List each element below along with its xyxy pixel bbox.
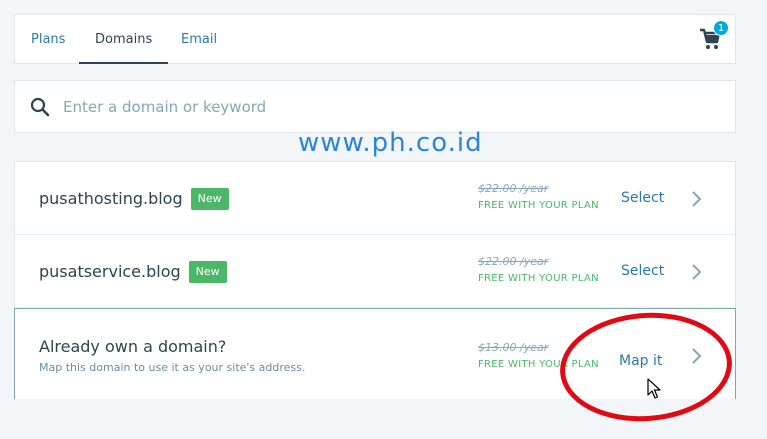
domain-search-input[interactable]: [63, 91, 703, 123]
domain-name-text: pusathosting.blog: [39, 189, 183, 208]
watermark-text: www.ph.co.id: [298, 128, 483, 158]
tab-plans[interactable]: Plans: [15, 15, 81, 64]
tab-email[interactable]: Email: [165, 15, 233, 64]
tab-domains[interactable]: Domains: [79, 15, 169, 64]
own-domain-description: Map this domain to use it as your site's…: [39, 361, 306, 374]
select-button[interactable]: Select: [621, 190, 664, 206]
chevron-right-icon[interactable]: [691, 190, 703, 208]
chevron-right-icon[interactable]: [691, 263, 703, 281]
own-domain-title: Already own a domain?: [39, 337, 227, 356]
domain-name-text: pusatservice.blog: [39, 262, 181, 281]
domain-suggestion-row[interactable]: pusathosting.blog New $22.00 /year FREE W…: [15, 162, 735, 235]
mapping-price: $13.00 /year: [478, 341, 549, 354]
cart-button[interactable]: 1: [699, 20, 729, 51]
domain-price: $22.00 /year: [478, 182, 549, 195]
domain-search-bar: [14, 80, 736, 133]
search-icon: [30, 97, 50, 117]
section-tabs: Plans Domains Email 1: [14, 14, 736, 64]
domain-price: $22.00 /year: [478, 255, 549, 268]
free-with-plan-label: FREE WITH YOUR PLAN: [478, 273, 599, 284]
domain-name: pusatservice.blog New: [39, 261, 227, 283]
domain-name: pusathosting.blog New: [39, 188, 229, 210]
new-badge: New: [190, 188, 229, 210]
domain-suggestion-row[interactable]: pusatservice.blog New $22.00 /year FREE W…: [15, 235, 735, 308]
new-badge: New: [188, 261, 227, 283]
free-with-plan-label: FREE WITH YOUR PLAN: [478, 200, 599, 211]
mouse-pointer-icon: [647, 378, 661, 399]
cart-count-badge: 1: [713, 20, 729, 36]
select-button[interactable]: Select: [621, 263, 664, 279]
